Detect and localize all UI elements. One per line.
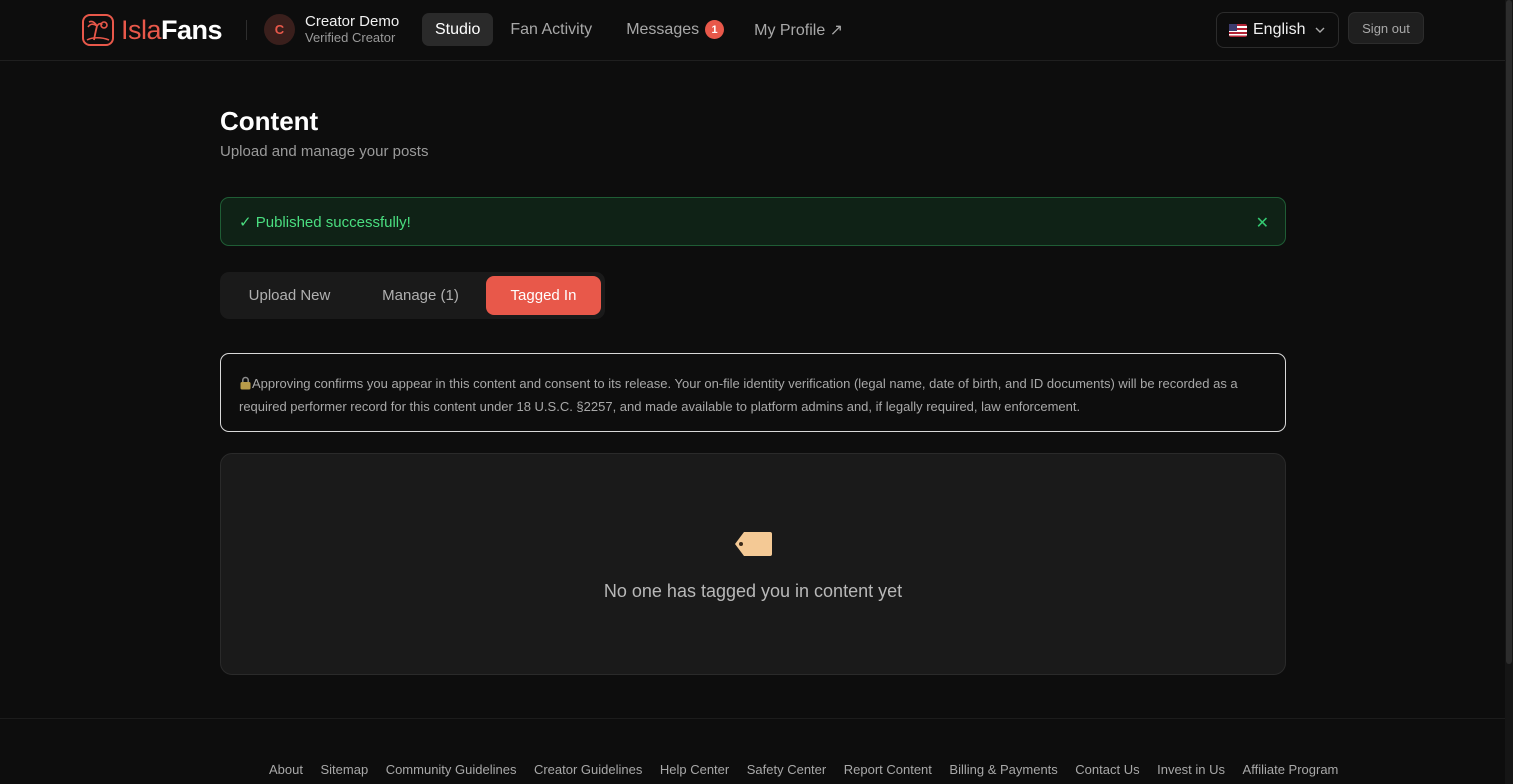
footer-link-contact-us[interactable]: Contact Us [1075,762,1139,777]
tag-icon [734,531,773,557]
footer-link-affiliate-program[interactable]: Affiliate Program [1243,762,1339,777]
messages-badge: 1 [705,20,725,39]
content-tabs: Upload New Manage (1) Tagged In [220,272,605,319]
main-nav: Studio Fan Activity Messages 1 My Profil… [422,13,856,46]
footer-link-safety-center[interactable]: Safety Center [747,762,827,777]
footer-link-billing-payments[interactable]: Billing & Payments [949,762,1057,777]
notice-text: Approving confirms you appear in this co… [239,376,1238,414]
nav-studio[interactable]: Studio [422,13,494,46]
logo-text: IslaFans [121,14,223,46]
footer-links: About Sitemap Community Guidelines Creat… [269,762,1338,777]
empty-state-text: No one has tagged you in content yet [603,581,903,601]
header-divider [246,20,247,40]
language-label: English [1253,21,1306,38]
success-toast: ✓ Published successfully! ✕ [220,197,1286,246]
footer-link-sitemap[interactable]: Sitemap [320,762,368,777]
footer-link-creator-guidelines[interactable]: Creator Guidelines [534,762,642,777]
nav-messages-label: Messages [626,20,700,38]
nav-fan-activity[interactable]: Fan Activity [497,13,605,46]
palm-tree-icon [82,14,114,46]
language-select[interactable]: English [1216,12,1339,48]
us-flag-icon [1229,23,1247,37]
tab-manage[interactable]: Manage (1) [363,276,478,315]
tab-upload-new[interactable]: Upload New [231,276,348,315]
tab-tagged-in[interactable]: Tagged In [486,276,601,315]
user-role: Verified Creator [305,30,396,45]
footer-link-about[interactable]: About [269,762,303,777]
lock-icon [239,375,252,396]
nav-messages[interactable]: Messages 1 [609,13,737,46]
scrollbar-thumb[interactable] [1506,0,1512,664]
footer-link-invest-in-us[interactable]: Invest in Us [1157,762,1225,777]
footer-divider [0,718,1505,719]
sign-out-button[interactable]: Sign out [1348,12,1424,44]
nav-my-profile[interactable]: My Profile ↗ [741,13,856,46]
footer-link-report-content[interactable]: Report Content [844,762,932,777]
logo-text-fans: Fans [161,14,223,45]
user-info: C Creator Demo Verified Creator [264,14,399,45]
page: IslaFans C Creator Demo Verified Creator… [0,0,1513,784]
toast-message: ✓ Published successfully! [239,213,411,231]
footer-link-help-center[interactable]: Help Center [660,762,729,777]
footer-link-community-guidelines[interactable]: Community Guidelines [386,762,517,777]
top-bar: IslaFans C Creator Demo Verified Creator… [0,0,1505,61]
consent-notice: Approving confirms you appear in this co… [220,353,1286,432]
user-name: Creator Demo [305,13,400,30]
empty-state-card [220,453,1286,675]
close-icon[interactable]: ✕ [1256,213,1269,233]
page-subtitle: Upload and manage your posts [220,143,429,160]
logo-text-isla: Isla [121,14,162,45]
avatar: C [264,14,295,45]
logo[interactable]: IslaFans [82,14,223,46]
chevron-down-icon [1315,24,1325,36]
page-title: Content [220,106,319,136]
